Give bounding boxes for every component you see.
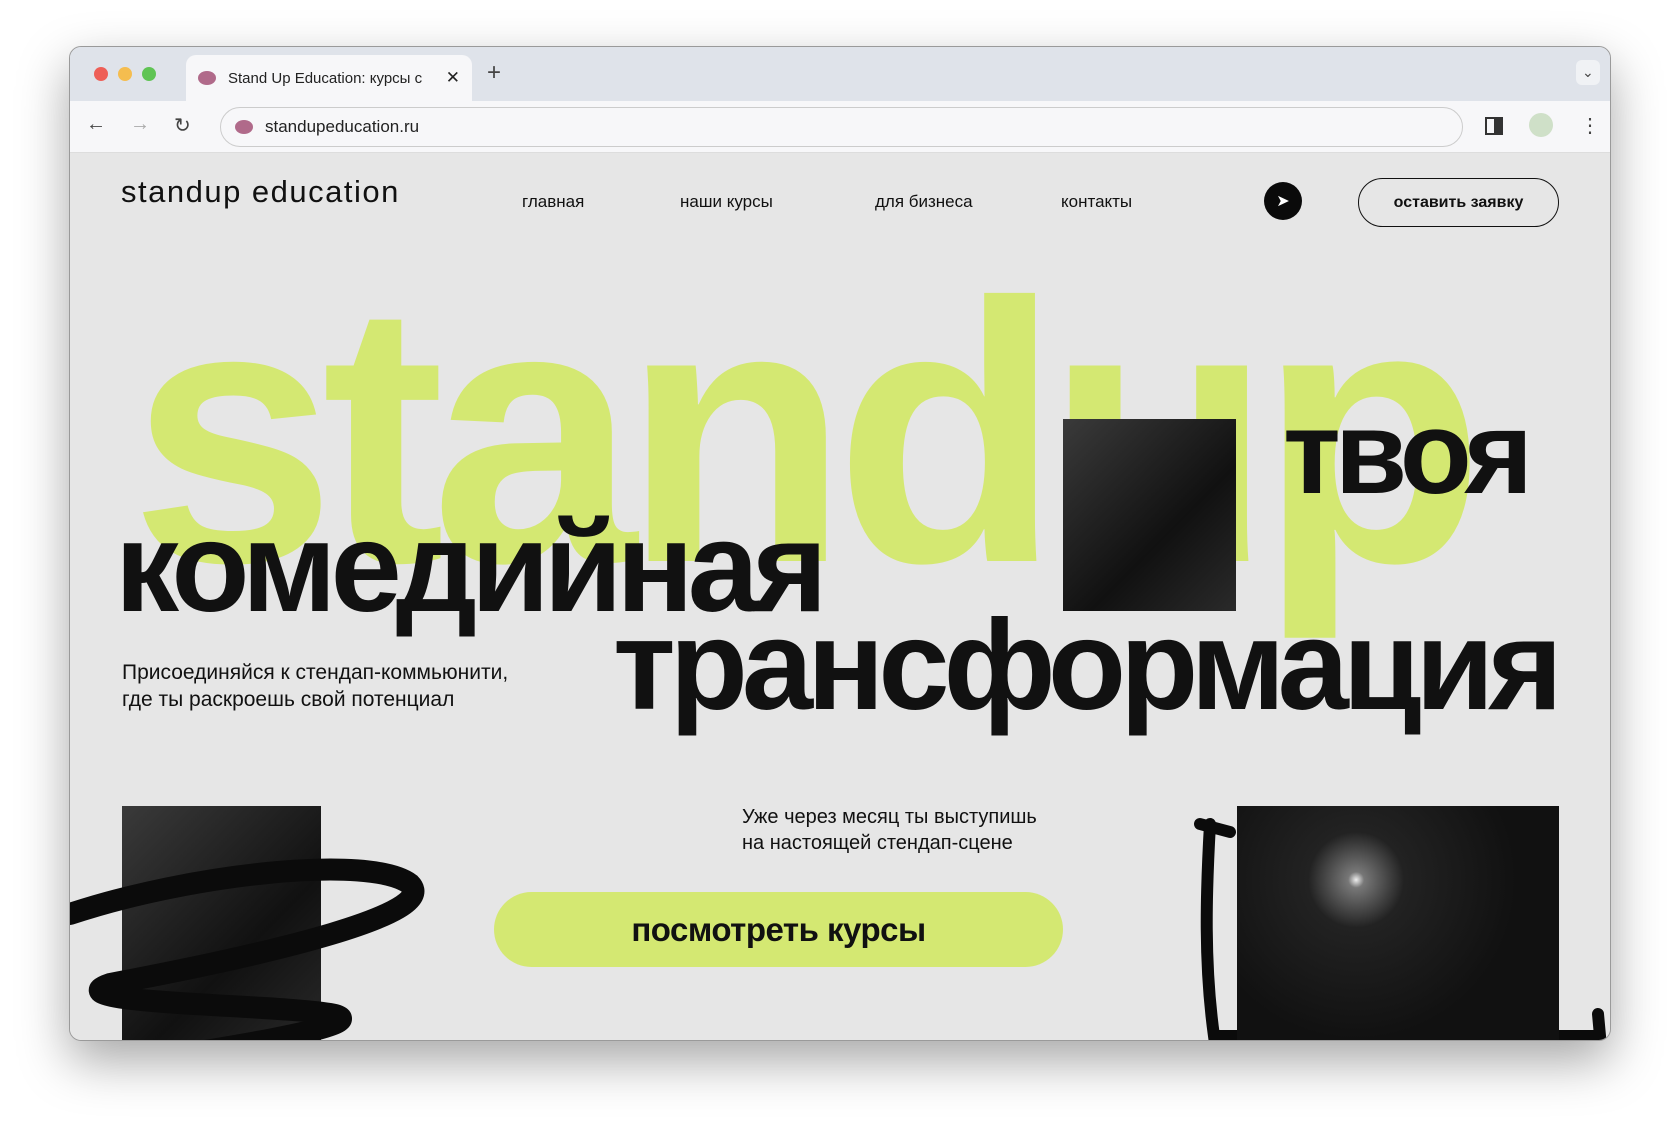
site-icon: [235, 120, 253, 134]
promo-line-1: Уже через месяц ты выступишь: [742, 806, 1037, 828]
close-window-button[interactable]: [94, 67, 108, 81]
maximize-window-button[interactable]: [142, 67, 156, 81]
subtitle-line-1: Присоединяйся к стендап-коммьюнити,: [122, 661, 509, 684]
headline-line-3: трансформация: [613, 594, 1563, 737]
tab-bar: Stand Up Education: курсы с ✕ + ⌄: [70, 47, 1610, 101]
url-text: standupeducation.ru: [265, 117, 420, 136]
menu-kebab-icon[interactable]: ⋮: [1580, 113, 1600, 138]
browser-tab[interactable]: Stand Up Education: курсы с ✕: [186, 55, 472, 101]
telegram-icon[interactable]: ➤: [1264, 182, 1302, 220]
web-page: standup standup education главная наши к…: [70, 154, 1610, 1040]
nav-contacts[interactable]: контакты: [1061, 192, 1132, 212]
minimize-window-button[interactable]: [118, 67, 132, 81]
scribble-left: [70, 858, 425, 1040]
subtitle-line-2: где ты раскроешь свой потенциал: [122, 688, 455, 711]
nav-home[interactable]: главная: [522, 192, 584, 212]
headline-line-1: твоя: [1283, 387, 1533, 519]
browser-window: Stand Up Education: курсы с ✕ + ⌄ ← → ↻ …: [69, 46, 1611, 1041]
new-tab-icon[interactable]: +: [487, 59, 501, 87]
photo-stage-performance: [1237, 806, 1559, 1040]
favicon-icon: [198, 71, 216, 85]
tab-list-chevron-down-icon[interactable]: ⌄: [1576, 60, 1600, 85]
profile-avatar[interactable]: [1529, 113, 1553, 137]
logo[interactable]: standup education: [121, 174, 400, 210]
nav-courses[interactable]: наши курсы: [680, 192, 773, 212]
nav-business[interactable]: для бизнеса: [875, 192, 973, 212]
close-tab-icon[interactable]: ✕: [446, 68, 460, 88]
photo-two-comedians: [1063, 419, 1236, 611]
promo-line-2: на настоящей стендап-сцене: [742, 832, 1013, 854]
view-courses-button[interactable]: посмотреть курсы: [494, 892, 1063, 967]
leave-request-button[interactable]: оставить заявку: [1358, 178, 1559, 227]
tab-title: Stand Up Education: курсы с: [228, 69, 423, 87]
browser-toolbar: ← → ↻ standupeducation.ru ⋮: [70, 101, 1610, 153]
promo-text: Уже через месяц ты выступишь на настояще…: [742, 804, 1037, 856]
reload-icon[interactable]: ↻: [174, 113, 191, 138]
address-bar[interactable]: standupeducation.ru: [220, 107, 1463, 147]
forward-icon[interactable]: →: [130, 113, 150, 136]
hero-subtitle: Присоединяйся к стендап-коммьюнити, где …: [122, 659, 508, 713]
side-panel-icon[interactable]: [1485, 117, 1503, 135]
back-icon[interactable]: ←: [86, 113, 106, 136]
